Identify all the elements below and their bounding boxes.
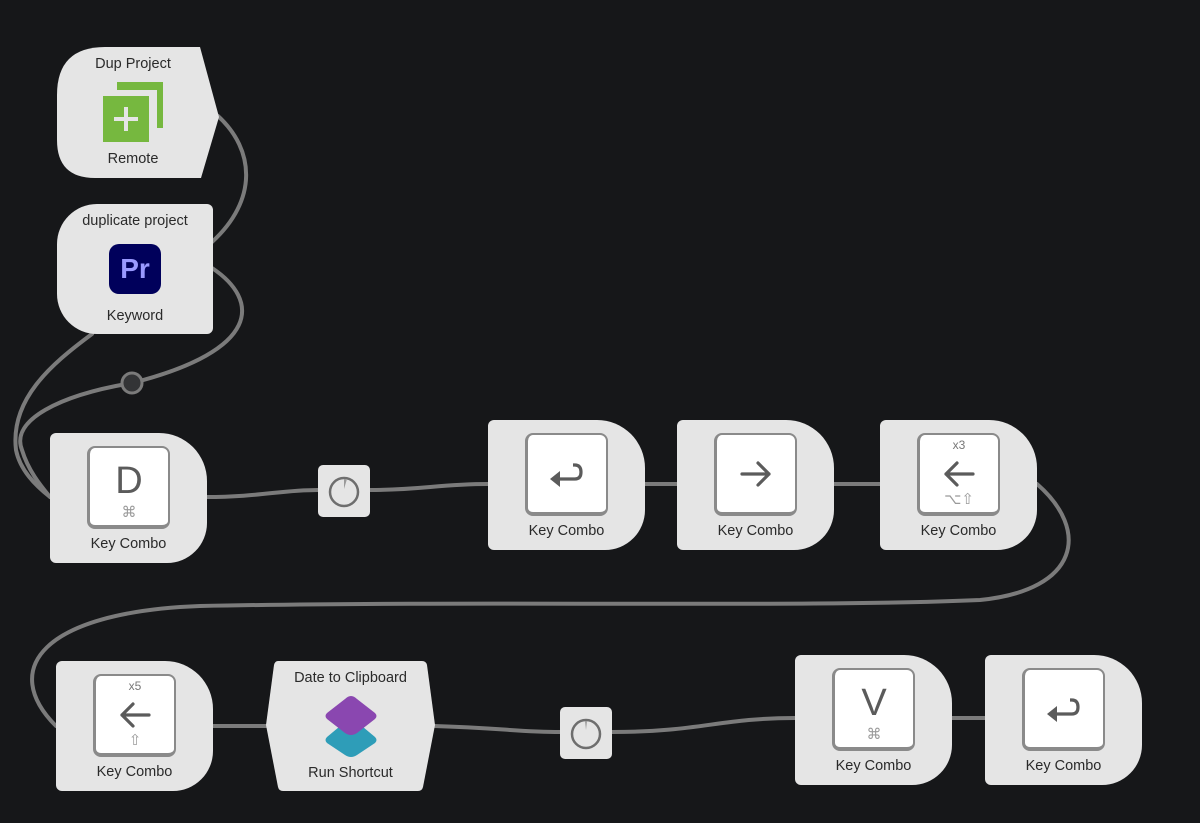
node-key-combo-cmd-d[interactable]: D ⌘ Key Combo — [50, 433, 207, 563]
command-modifier-icon: ⌘ — [866, 726, 882, 743]
node-key-combo-right-arrow[interactable]: Key Combo — [677, 420, 834, 550]
app-icon-label: Pr — [120, 253, 150, 284]
node-delay-1[interactable] — [318, 465, 370, 517]
node-subtitle: Keyword — [106, 308, 164, 324]
key-cap: x3 ⌥⇧ — [917, 433, 1000, 516]
node-subtitle: Key Combo — [717, 523, 794, 539]
duplicate-plus-icon — [103, 82, 163, 142]
node-key-combo-return-2[interactable]: Key Combo — [985, 655, 1142, 785]
key-cap: V ⌘ — [832, 668, 915, 751]
key-cap: D ⌘ — [87, 446, 170, 529]
return-key-icon — [1047, 697, 1080, 722]
node-key-combo-cmd-v[interactable]: V ⌘ Key Combo — [795, 655, 952, 785]
node-subtitle: Key Combo — [920, 523, 997, 539]
shift-modifier-icon: ⇧ — [128, 732, 142, 749]
node-title: Date to Clipboard — [294, 670, 407, 686]
left-arrow-icon — [944, 460, 975, 487]
wire-delay2-to-v — [610, 716, 797, 734]
key-letter: V — [861, 682, 887, 724]
node-subtitle: Key Combo — [90, 536, 167, 552]
key-cap — [525, 433, 608, 516]
node-subtitle: Key Combo — [1025, 758, 1102, 774]
node-subtitle: Key Combo — [835, 758, 912, 774]
node-title: Dup Project — [95, 56, 171, 72]
repeat-count: x3 — [952, 438, 966, 452]
wire-delay1-to-return — [368, 482, 490, 492]
return-key-icon — [550, 462, 583, 487]
node-subtitle: Key Combo — [528, 523, 605, 539]
node-duplicate-project-keyword[interactable]: duplicate project Pr Keyword — [57, 204, 213, 334]
wire-keyd-to-delay1 — [204, 488, 320, 499]
delay-dial-icon — [570, 718, 602, 750]
premiere-pro-app-icon: Pr — [109, 244, 161, 294]
option-shift-modifier-icons: ⌥⇧ — [944, 491, 974, 508]
shortcuts-app-icon — [325, 696, 376, 757]
node-key-combo-left-arrow-x3[interactable]: x3 ⌥⇧ Key Combo — [880, 420, 1037, 550]
node-title: duplicate project — [82, 213, 188, 229]
node-run-shortcut-date-to-clipboard[interactable]: Date to Clipboard Run Shortcut — [266, 661, 435, 791]
command-modifier-icon: ⌘ — [121, 504, 137, 521]
key-cap: x5 ⇧ — [93, 674, 176, 757]
node-key-combo-return-1[interactable]: Key Combo — [488, 420, 645, 550]
wire-junction-node[interactable] — [120, 371, 144, 395]
node-subtitle: Run Shortcut — [308, 765, 393, 781]
wire-shortcut-to-delay2 — [432, 724, 562, 734]
node-subtitle: Remote — [107, 151, 159, 167]
delay-dial-icon — [328, 476, 360, 508]
right-arrow-icon — [740, 460, 771, 487]
node-delay-2[interactable] — [560, 707, 612, 759]
key-letter: D — [115, 460, 143, 502]
repeat-count: x5 — [128, 679, 142, 693]
node-dup-project-remote[interactable]: Dup Project Remote — [57, 47, 219, 178]
key-cap — [714, 433, 797, 516]
left-arrow-icon — [120, 701, 151, 728]
node-key-combo-left-arrow-x5[interactable]: x5 ⇧ Key Combo — [56, 661, 213, 791]
node-subtitle: Key Combo — [96, 764, 173, 780]
key-cap — [1022, 668, 1105, 751]
